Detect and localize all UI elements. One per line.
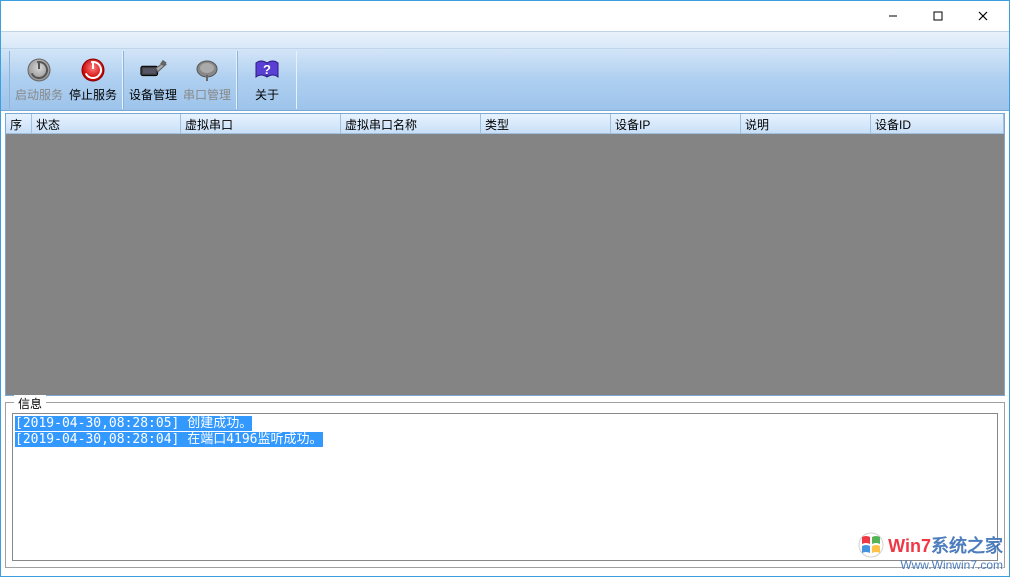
stop-service-label: 停止服务	[69, 86, 117, 103]
col-seq[interactable]: 序	[6, 114, 32, 133]
close-button[interactable]	[960, 2, 1005, 30]
start-service-label: 启动服务	[15, 86, 63, 103]
col-device-id[interactable]: 设备ID	[871, 114, 1004, 133]
about-button[interactable]: ? 关于	[240, 53, 294, 107]
stop-service-button[interactable]: 停止服务	[66, 53, 120, 107]
col-device-ip[interactable]: 设备IP	[611, 114, 741, 133]
title-bar	[1, 1, 1009, 31]
maximize-button[interactable]	[915, 2, 960, 30]
col-vport[interactable]: 虚拟串口	[181, 114, 341, 133]
serial-icon	[193, 56, 221, 84]
info-panel: 信息 [2019-04-30,08:28:05] 创建成功。 [2019-04-…	[5, 402, 1005, 568]
log-line: [2019-04-30,08:28:05] 创建成功。	[15, 416, 252, 431]
table-header-row: 序 状态 虚拟串口 虚拟串口名称 类型 设备IP 说明 设备ID	[6, 114, 1004, 134]
device-icon	[139, 56, 167, 84]
log-line: [2019-04-30,08:28:04] 在端口4196监听成功。	[15, 432, 323, 447]
toolbar: 启动服务 停止服务	[1, 49, 1009, 111]
col-vport-name[interactable]: 虚拟串口名称	[341, 114, 481, 133]
col-desc[interactable]: 说明	[741, 114, 871, 133]
serial-management-label: 串口管理	[183, 86, 231, 103]
log-textarea[interactable]: [2019-04-30,08:28:05] 创建成功。 [2019-04-30,…	[12, 413, 998, 561]
power-on-icon	[79, 56, 107, 84]
col-type[interactable]: 类型	[481, 114, 611, 133]
device-management-label: 设备管理	[129, 86, 177, 103]
minimize-button[interactable]	[870, 2, 915, 30]
device-management-button[interactable]: 设备管理	[126, 53, 180, 107]
menu-bar	[1, 31, 1009, 49]
serial-management-button[interactable]: 串口管理	[180, 53, 234, 107]
help-book-icon: ?	[253, 56, 281, 84]
info-legend: 信息	[14, 395, 46, 412]
about-label: 关于	[255, 86, 279, 103]
power-off-icon	[25, 56, 53, 84]
svg-text:?: ?	[263, 62, 271, 77]
start-service-button[interactable]: 启动服务	[12, 53, 66, 107]
col-status[interactable]: 状态	[32, 114, 181, 133]
data-table[interactable]: 序 状态 虚拟串口 虚拟串口名称 类型 设备IP 说明 设备ID	[5, 113, 1005, 396]
